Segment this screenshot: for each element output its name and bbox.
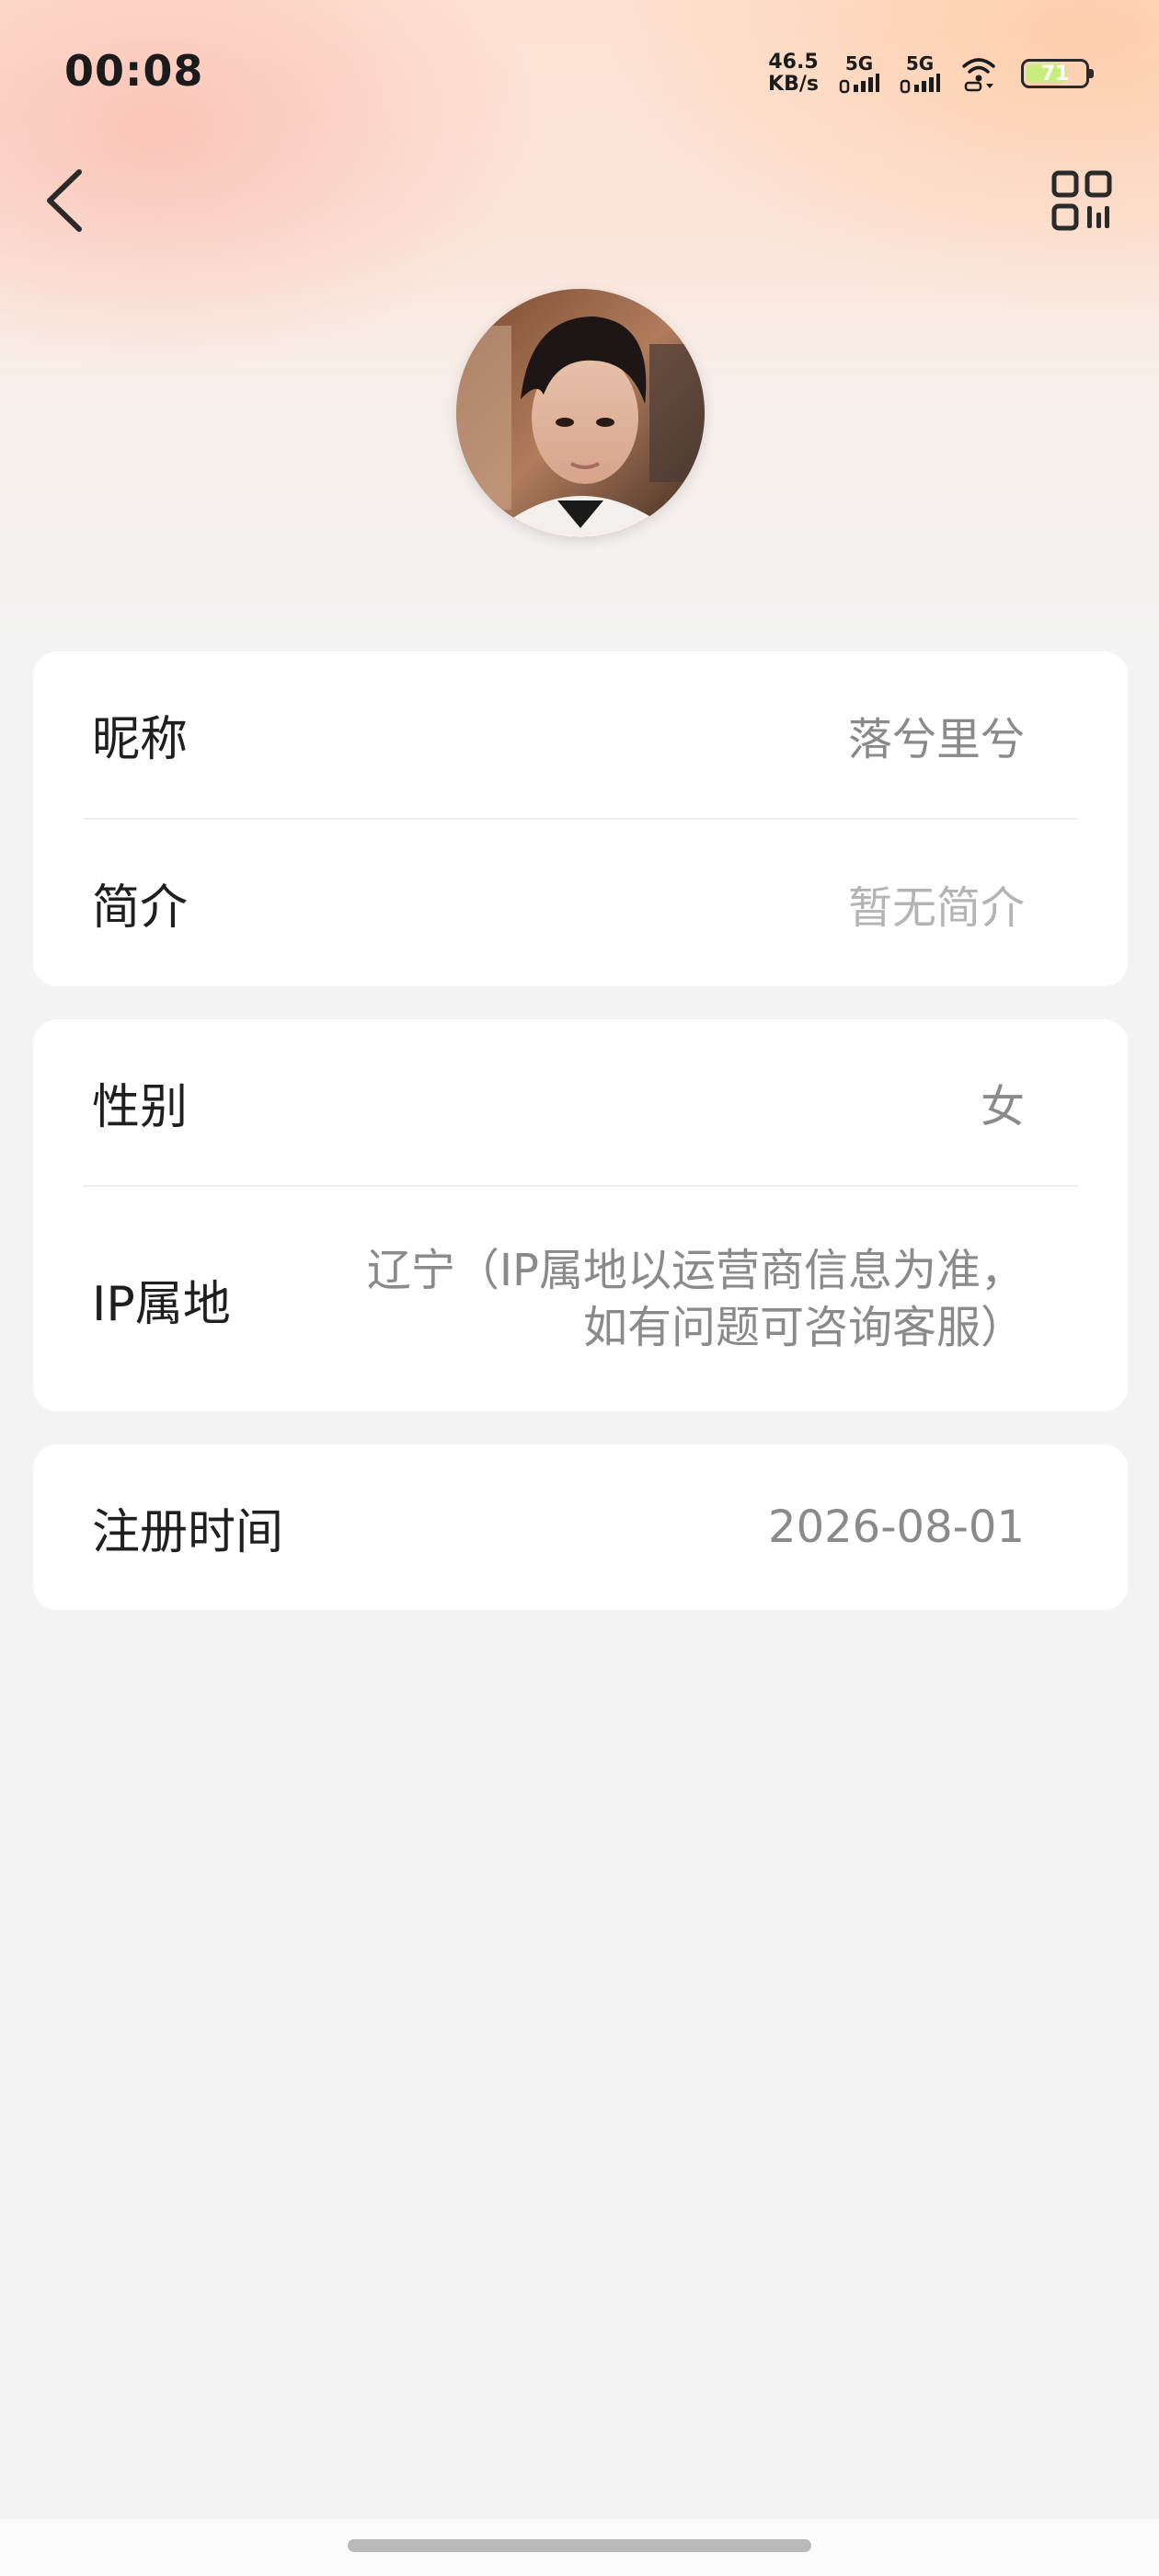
- bio-label: 简介: [92, 880, 189, 936]
- ip-location-line1: 辽宁（IP属地以运营商信息为准，: [366, 1245, 1025, 1296]
- battery-icon: 71: [1021, 59, 1094, 88]
- user-avatar[interactable]: [456, 289, 705, 537]
- ip-location-label: IP属地: [92, 1276, 231, 1332]
- gender-label: 性别: [92, 1079, 189, 1135]
- profile-card-basic: 昵称 落兮里兮 简介 暂无简介: [33, 651, 1128, 986]
- register-time-label: 注册时间: [92, 1504, 284, 1560]
- nickname-row[interactable]: 昵称 落兮里兮: [33, 651, 1128, 818]
- gender-row[interactable]: 性别 女: [33, 1019, 1128, 1185]
- profile-card-details: 性别 女 IP属地 辽宁（IP属地以运营商信息为准， 如有问题可咨询客服）: [33, 1019, 1128, 1411]
- qr-code-button[interactable]: [1045, 164, 1119, 237]
- signal-bars-icon: [900, 74, 940, 94]
- profile-card-register: 注册时间 2026-08-01: [33, 1444, 1128, 1610]
- battery-level: 71: [1040, 62, 1070, 86]
- register-time-row: 注册时间 2026-08-01: [33, 1444, 1128, 1610]
- ip-location-value: 辽宁（IP属地以运营商信息为准， 如有问题可咨询客服）: [367, 1242, 1025, 1356]
- network-speed-unit: KB/s: [768, 73, 819, 96]
- chevron-left-icon: [47, 169, 82, 232]
- sim1-signal: 5G: [839, 53, 879, 94]
- bio-value: 暂无简介: [847, 881, 1025, 934]
- status-time: 00:08: [64, 46, 204, 96]
- status-icons: 46.5 KB/s 5G 5G 71: [768, 48, 1094, 99]
- qr-code-icon: [1051, 170, 1112, 231]
- wifi-icon: [962, 58, 995, 92]
- nickname-label: 昵称: [92, 712, 189, 767]
- home-indicator[interactable]: [348, 2539, 811, 2552]
- ip-location-line2: 如有问题可咨询客服）: [582, 1302, 1025, 1353]
- sim1-label: 5G: [844, 52, 874, 75]
- nickname-value: 落兮里兮: [847, 713, 1025, 765]
- gender-value: 女: [980, 1081, 1025, 1133]
- bio-row[interactable]: 简介 暂无简介: [33, 820, 1128, 986]
- ip-location-row: IP属地 辽宁（IP属地以运营商信息为准， 如有问题可咨询客服）: [33, 1187, 1128, 1411]
- sim2-signal: 5G: [900, 53, 940, 94]
- sim2-label: 5G: [905, 52, 935, 75]
- back-button[interactable]: [35, 164, 94, 237]
- signal-bars-icon: [839, 74, 879, 94]
- register-time-value: 2026-08-01: [768, 1501, 1025, 1553]
- network-speed-value: 46.5: [768, 51, 819, 74]
- avatar-image: [456, 289, 705, 537]
- network-speed: 46.5 KB/s: [768, 52, 819, 96]
